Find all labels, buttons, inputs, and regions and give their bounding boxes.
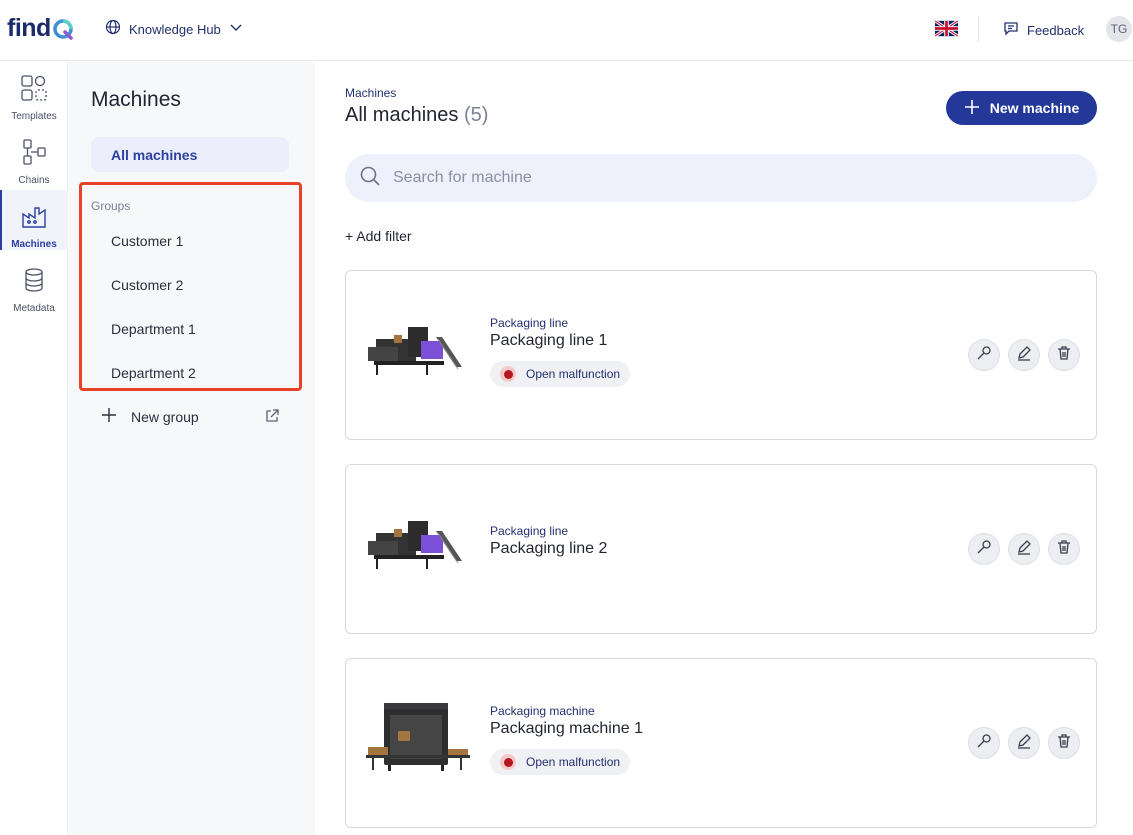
- nav-machines[interactable]: Machines: [0, 190, 68, 250]
- machines-icon: [20, 202, 48, 235]
- search-icon: [359, 165, 381, 192]
- workspace-label: Knowledge Hub: [129, 22, 221, 37]
- nav-chains-label: Chains: [18, 175, 50, 186]
- chat-bubble-icon: [1003, 20, 1019, 41]
- sidebar-title: Machines: [91, 88, 181, 111]
- feedback-label: Feedback: [1027, 23, 1085, 38]
- status-badge: Open malfunction: [490, 361, 631, 387]
- machine-category: Packaging line: [490, 524, 569, 538]
- app-logo[interactable]: find: [7, 14, 74, 43]
- nav-machines-label: Machines: [11, 239, 57, 250]
- edit-button[interactable]: [1008, 727, 1040, 759]
- pencil-icon: [1016, 733, 1032, 754]
- logo-text: find: [7, 14, 51, 42]
- malfunction-dot-icon: [500, 366, 516, 382]
- machine-image: [366, 697, 471, 777]
- page-title-text: All machines: [345, 104, 459, 126]
- trash-icon: [1056, 733, 1072, 754]
- machine-name: Packaging machine 1: [490, 720, 643, 737]
- malfunction-dot-icon: [500, 754, 516, 770]
- feedback-button[interactable]: Feedback: [1003, 20, 1084, 41]
- plus-icon: [964, 99, 980, 118]
- new-machine-button[interactable]: New machine: [946, 91, 1097, 125]
- status-label: Open malfunction: [526, 755, 621, 769]
- user-avatar[interactable]: TG: [1106, 16, 1132, 42]
- templates-icon: [20, 74, 48, 107]
- search-input[interactable]: [393, 169, 1043, 187]
- groups-label: Groups: [91, 199, 131, 213]
- sidebar-item-department-1[interactable]: Department 1: [111, 321, 196, 337]
- wrench-icon: [976, 733, 992, 754]
- chevron-down-icon: [229, 20, 243, 39]
- delete-button[interactable]: [1048, 339, 1080, 371]
- nav-templates-label: Templates: [11, 111, 57, 122]
- status-badge: Open malfunction: [490, 749, 631, 775]
- new-group-label: New group: [131, 408, 199, 425]
- machine-image: [366, 511, 471, 591]
- header-divider: [978, 16, 979, 42]
- logo-q-icon: [52, 17, 74, 41]
- machines-sidebar: Machines All machines Groups Customer 1 …: [69, 62, 315, 835]
- wrench-button[interactable]: [968, 339, 1000, 371]
- pencil-icon: [1016, 539, 1032, 560]
- wrench-button[interactable]: [968, 533, 1000, 565]
- wrench-button[interactable]: [968, 727, 1000, 759]
- search-bar: [345, 154, 1097, 202]
- machine-image: [366, 317, 471, 397]
- machine-name: Packaging line 1: [490, 332, 608, 349]
- new-group-button[interactable]: New group: [101, 407, 199, 426]
- status-label: Open malfunction: [526, 367, 621, 381]
- nav-templates[interactable]: Templates: [0, 62, 68, 122]
- delete-button[interactable]: [1048, 727, 1080, 759]
- machine-card[interactable]: Packaging line Packaging line 2: [345, 464, 1097, 634]
- trash-icon: [1056, 539, 1072, 560]
- add-filter-button[interactable]: + Add filter: [345, 228, 412, 244]
- external-link-icon[interactable]: [265, 409, 279, 428]
- metadata-icon: [20, 266, 48, 299]
- workspace-selector[interactable]: Knowledge Hub: [105, 19, 243, 40]
- top-bar: find Knowledge Hub Feedback TG: [0, 0, 1133, 61]
- sidebar-item-all-machines[interactable]: All machines: [91, 137, 289, 172]
- nav-metadata-label: Metadata: [13, 303, 55, 314]
- page-title: All machines (5): [345, 104, 488, 127]
- machine-card[interactable]: Packaging machine Packaging machine 1 Op…: [345, 658, 1097, 828]
- machine-name: Packaging line 2: [490, 540, 608, 557]
- nav-metadata[interactable]: Metadata: [0, 254, 68, 314]
- machine-category: Packaging machine: [490, 704, 595, 718]
- machine-card[interactable]: Packaging line Packaging line 1 Open mal…: [345, 270, 1097, 440]
- nav-chains[interactable]: Chains: [0, 126, 68, 186]
- sidebar-item-department-2[interactable]: Department 2: [111, 365, 196, 381]
- trash-icon: [1056, 345, 1072, 366]
- edit-button[interactable]: [1008, 533, 1040, 565]
- language-flag-icon[interactable]: [935, 20, 958, 37]
- pencil-icon: [1016, 345, 1032, 366]
- new-machine-label: New machine: [989, 100, 1080, 116]
- sidebar-item-customer-1[interactable]: Customer 1: [111, 233, 183, 249]
- machine-count: (5): [463, 104, 489, 126]
- chains-icon: [20, 138, 48, 171]
- main-nav-rail: Templates Chains Machines Metadata: [0, 62, 68, 835]
- machine-category: Packaging line: [490, 316, 569, 330]
- edit-button[interactable]: [1008, 339, 1040, 371]
- delete-button[interactable]: [1048, 533, 1080, 565]
- sidebar-item-customer-2[interactable]: Customer 2: [111, 277, 183, 293]
- plus-icon: [101, 407, 117, 426]
- wrench-icon: [976, 345, 992, 366]
- globe-icon: [105, 19, 121, 40]
- wrench-icon: [976, 539, 992, 560]
- breadcrumb[interactable]: Machines: [345, 86, 396, 100]
